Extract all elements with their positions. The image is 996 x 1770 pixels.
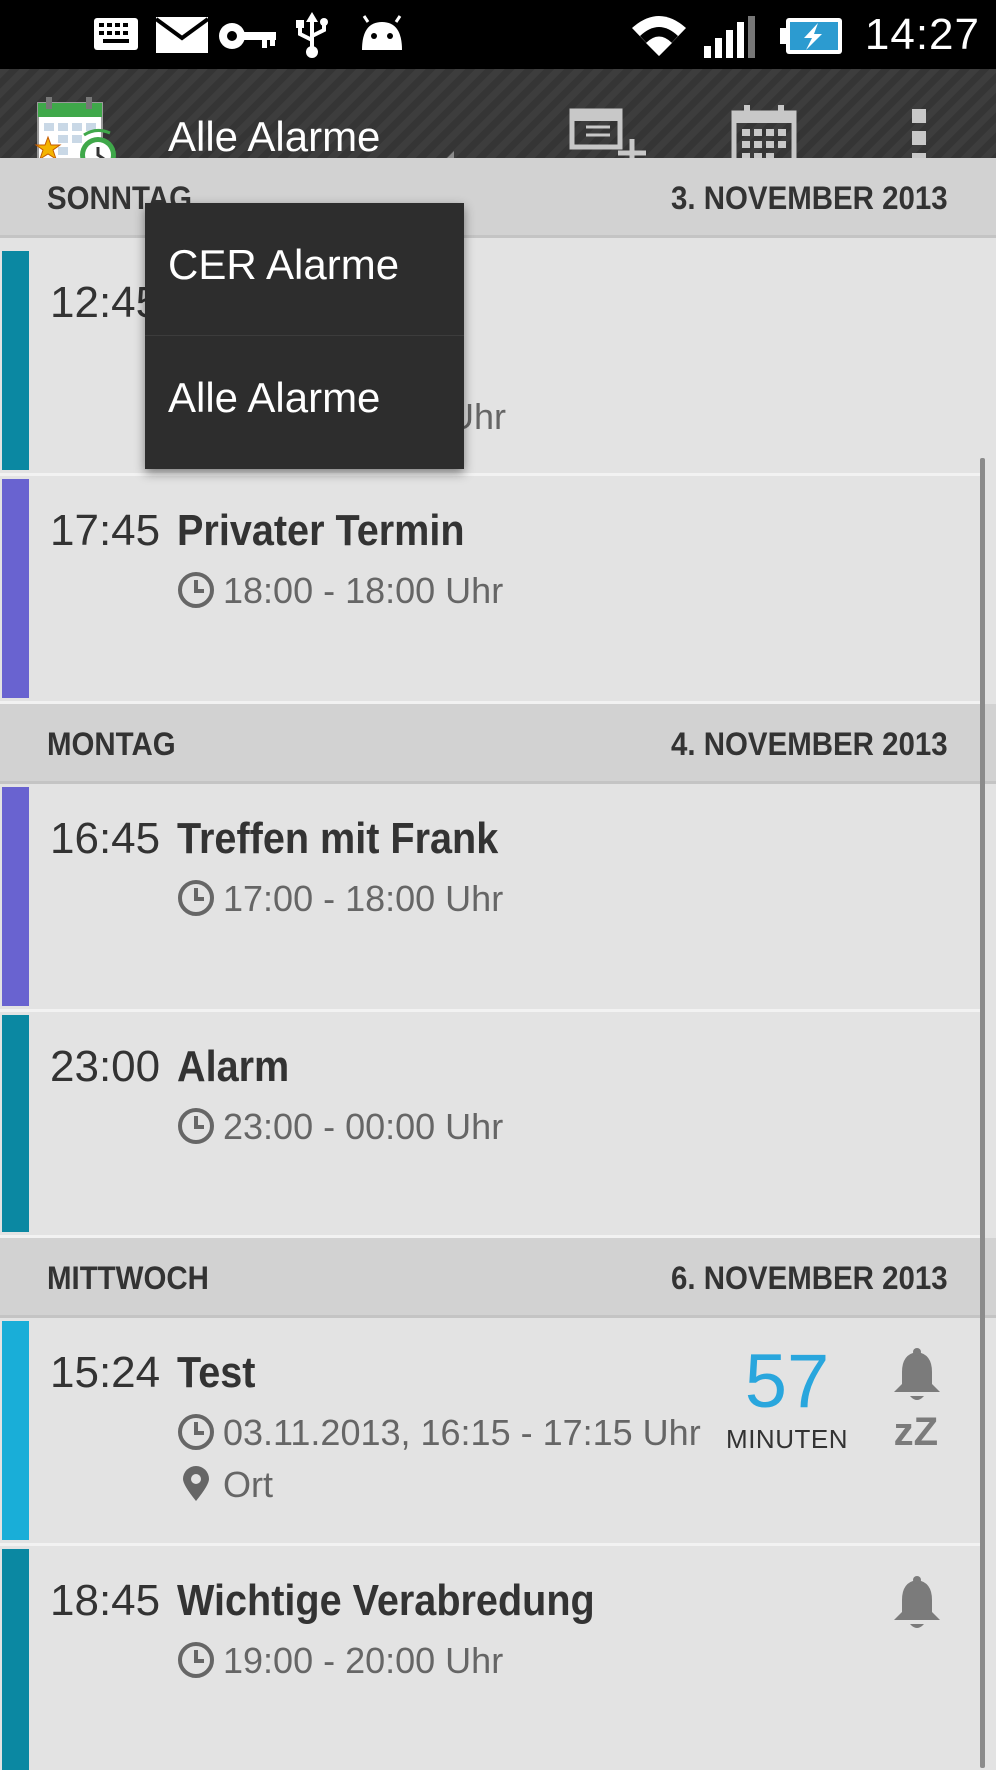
snooze-button[interactable]: zZ xyxy=(894,1410,938,1455)
section-header-wednesday: MITTWOCH 6. NOVEMBER 2013 xyxy=(0,1238,996,1318)
dropdown-option-cer-alarme[interactable]: CER Alarme xyxy=(145,203,464,336)
event-time: 17:45 xyxy=(50,506,161,555)
dropdown-option-alle-alarme[interactable]: Alle Alarme xyxy=(145,336,464,469)
countdown-value: 57 xyxy=(744,1339,830,1424)
clock-icon xyxy=(178,572,214,608)
event-title: Privater Termin xyxy=(177,506,465,555)
event-time-range: 18:00 - 18:00 Uhr xyxy=(177,570,503,612)
dropdown-option-label: Alle Alarme xyxy=(168,374,381,421)
bell-icon[interactable] xyxy=(890,1348,944,1409)
event-row[interactable]: 15:24 Test 03.11.2013, 16:15 - 17:15 Uhr… xyxy=(0,1318,982,1546)
event-title: Alarm xyxy=(177,1042,290,1091)
countdown-unit: MINUTEN xyxy=(726,1424,848,1454)
clock-icon xyxy=(178,1414,214,1450)
countdown: 57 MINUTEN xyxy=(722,1340,852,1455)
event-time-range: 03.11.2013, 16:15 - 17:15 Uhr xyxy=(177,1412,701,1454)
event-color-bar xyxy=(2,479,29,698)
event-title: Wichtige Verabredung xyxy=(177,1576,595,1625)
clock-icon xyxy=(178,880,214,916)
section-date: 3. NOVEMBER 2013 xyxy=(671,180,948,216)
event-time-range: 19:00 - 20:00 Uhr xyxy=(177,1640,503,1682)
wifi-icon xyxy=(628,10,690,63)
clock-icon xyxy=(178,1108,214,1144)
event-row[interactable]: 16:45 Treffen mit Frank 17:00 - 18:00 Uh… xyxy=(0,784,982,1012)
section-date: 4. NOVEMBER 2013 xyxy=(671,726,948,762)
event-title: Treffen mit Frank xyxy=(177,814,499,863)
signal-icon xyxy=(704,16,756,63)
event-title: Test xyxy=(177,1348,256,1397)
mail-icon xyxy=(154,16,210,59)
status-bar: 14:27 xyxy=(0,0,996,69)
event-time-range: 23:00 - 00:00 Uhr xyxy=(177,1106,503,1148)
event-color-bar xyxy=(2,787,29,1006)
list-scrollbar[interactable] xyxy=(980,458,985,1768)
event-time-range: 17:00 - 18:00 Uhr xyxy=(177,878,503,920)
alarm-filter-dropdown: CER Alarme Alle Alarme xyxy=(145,203,464,469)
event-row[interactable]: 18:45 Wichtige Verabredung 19:00 - 20:00… xyxy=(0,1546,982,1770)
usb-icon xyxy=(292,10,332,65)
event-time: 16:45 xyxy=(50,814,161,863)
section-date: 6. NOVEMBER 2013 xyxy=(671,1260,948,1296)
event-color-bar xyxy=(2,1549,29,1770)
event-row[interactable]: 23:00 Alarm 23:00 - 00:00 Uhr xyxy=(0,1012,982,1238)
event-time: 23:00 xyxy=(50,1042,161,1091)
keyboard-icon xyxy=(92,14,140,59)
key-icon xyxy=(218,18,278,59)
section-header-monday: MONTAG 4. NOVEMBER 2013 xyxy=(0,704,996,784)
dropdown-option-label: CER Alarme xyxy=(168,241,400,288)
android-icon xyxy=(356,14,408,59)
event-time: 18:45 xyxy=(50,1576,161,1625)
event-color-bar xyxy=(2,1321,29,1540)
status-clock: 14:27 xyxy=(864,10,980,59)
event-color-bar xyxy=(2,251,29,470)
section-day: MONTAG xyxy=(47,726,176,762)
event-time: 12:45 xyxy=(50,278,161,327)
event-row[interactable]: 17:45 Privater Termin 18:00 - 18:00 Uhr xyxy=(0,476,982,704)
clock-icon xyxy=(178,1642,214,1678)
event-time: 15:24 xyxy=(50,1348,161,1397)
event-color-bar xyxy=(2,1015,29,1232)
section-day: MITTWOCH xyxy=(47,1260,209,1296)
event-location: Ort xyxy=(177,1464,273,1506)
spinner-label: Alle Alarme xyxy=(168,113,381,160)
battery-charging-icon xyxy=(780,16,844,61)
bell-icon[interactable] xyxy=(890,1576,944,1637)
location-pin-icon xyxy=(183,1466,209,1501)
